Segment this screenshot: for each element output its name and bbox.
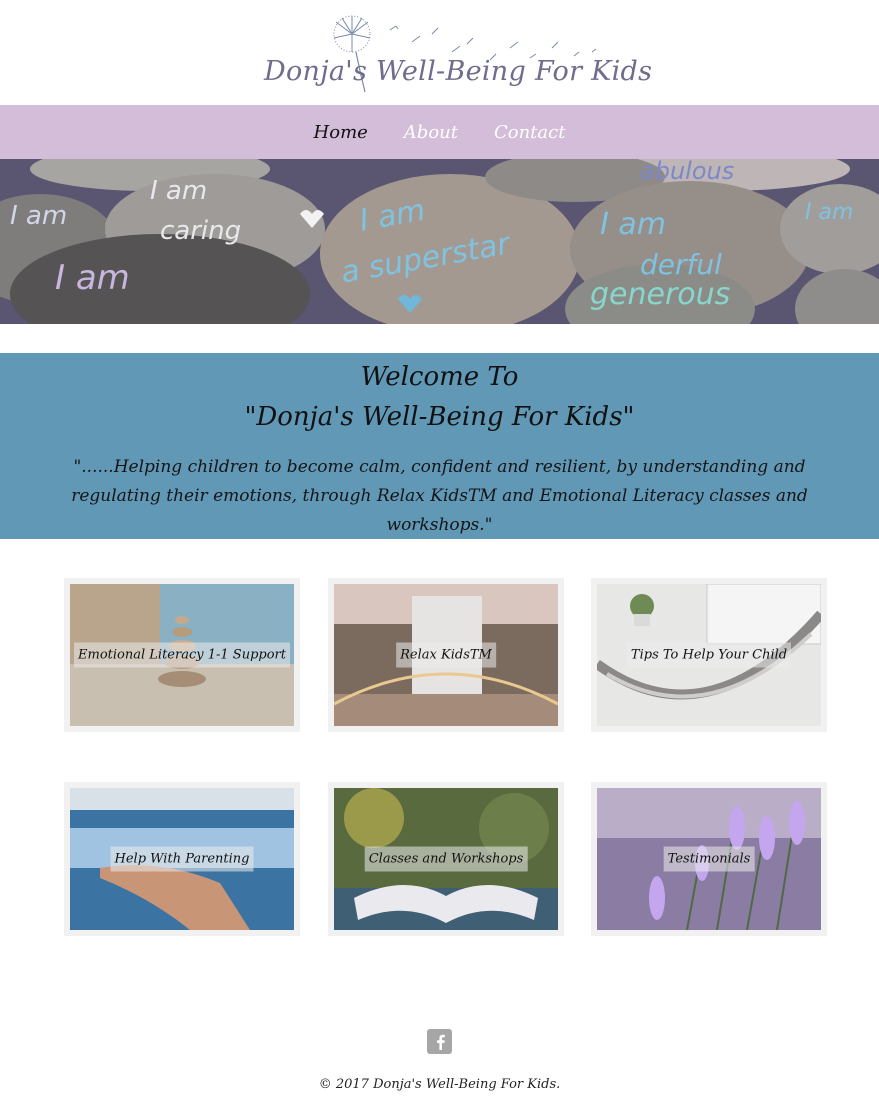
lavender-image: Testimonials [597, 788, 821, 930]
svg-text:caring: caring [160, 216, 241, 246]
tile-label: Tips To Help Your Child [626, 642, 792, 668]
waterfall-image: Relax KidsTM [334, 584, 558, 726]
stone-text: I am [55, 258, 130, 298]
site-logo[interactable]: Donja's Well-Being For Kids [262, 12, 652, 100]
svg-text:abulous: abulous [640, 159, 734, 185]
tile-label: Emotional Literacy 1-1 Support [74, 642, 290, 668]
site-header: Donja's Well-Being For Kids [0, 0, 879, 105]
hero-banner-image: I am I am caring I am I am a superstar I… [0, 159, 879, 324]
welcome-tagline: "......Helping children to become calm, … [71, 457, 808, 535]
stone-text: generous [590, 277, 730, 312]
tile-parenting[interactable]: Help With Parenting [64, 782, 300, 936]
tile-relax-kids[interactable]: Relax KidsTM [328, 578, 564, 732]
copyright-text: © 2017 Donja's Well-Being For Kids. [318, 1077, 561, 1092]
open-book-image: Classes and Workshops [334, 788, 558, 930]
welcome-title: Welcome To [360, 362, 519, 392]
tile-label: Relax KidsTM [396, 642, 496, 668]
stone-text: I am [600, 207, 666, 242]
logo-text: Donja's Well-Being For Kids [264, 56, 653, 87]
tile-label: Help With Parenting [110, 846, 254, 872]
main-nav: Home About Contact [0, 105, 879, 159]
stacked-stones-image: Emotional Literacy 1-1 Support [70, 584, 294, 726]
tile-classes[interactable]: Classes and Workshops [328, 782, 564, 936]
tile-label: Testimonials [663, 846, 755, 872]
facebook-icon [436, 1034, 445, 1050]
nav-contact[interactable]: Contact [492, 118, 567, 147]
stone-text: I am [150, 176, 207, 206]
tile-testimonials[interactable]: Testimonials [591, 782, 827, 936]
nav-home[interactable]: Home [312, 118, 370, 147]
stone-text: I am [805, 200, 853, 225]
tile-label: Classes and Workshops [364, 846, 528, 872]
painted-stones-image: I am I am caring I am I am a superstar I… [0, 159, 879, 324]
tile-emotional-literacy[interactable]: Emotional Literacy 1-1 Support [64, 578, 300, 732]
tile-tips[interactable]: Tips To Help Your Child [591, 578, 827, 732]
facebook-button[interactable] [427, 1029, 452, 1054]
welcome-section: Welcome To "Donja's Well-Being For Kids"… [0, 353, 879, 539]
welcome-subtitle: "Donja's Well-Being For Kids" [244, 402, 635, 432]
stone-text: I am [10, 201, 67, 231]
hand-over-water-image: Help With Parenting [70, 788, 294, 930]
hammock-image: Tips To Help Your Child [597, 584, 821, 726]
nav-about[interactable]: About [402, 118, 460, 147]
